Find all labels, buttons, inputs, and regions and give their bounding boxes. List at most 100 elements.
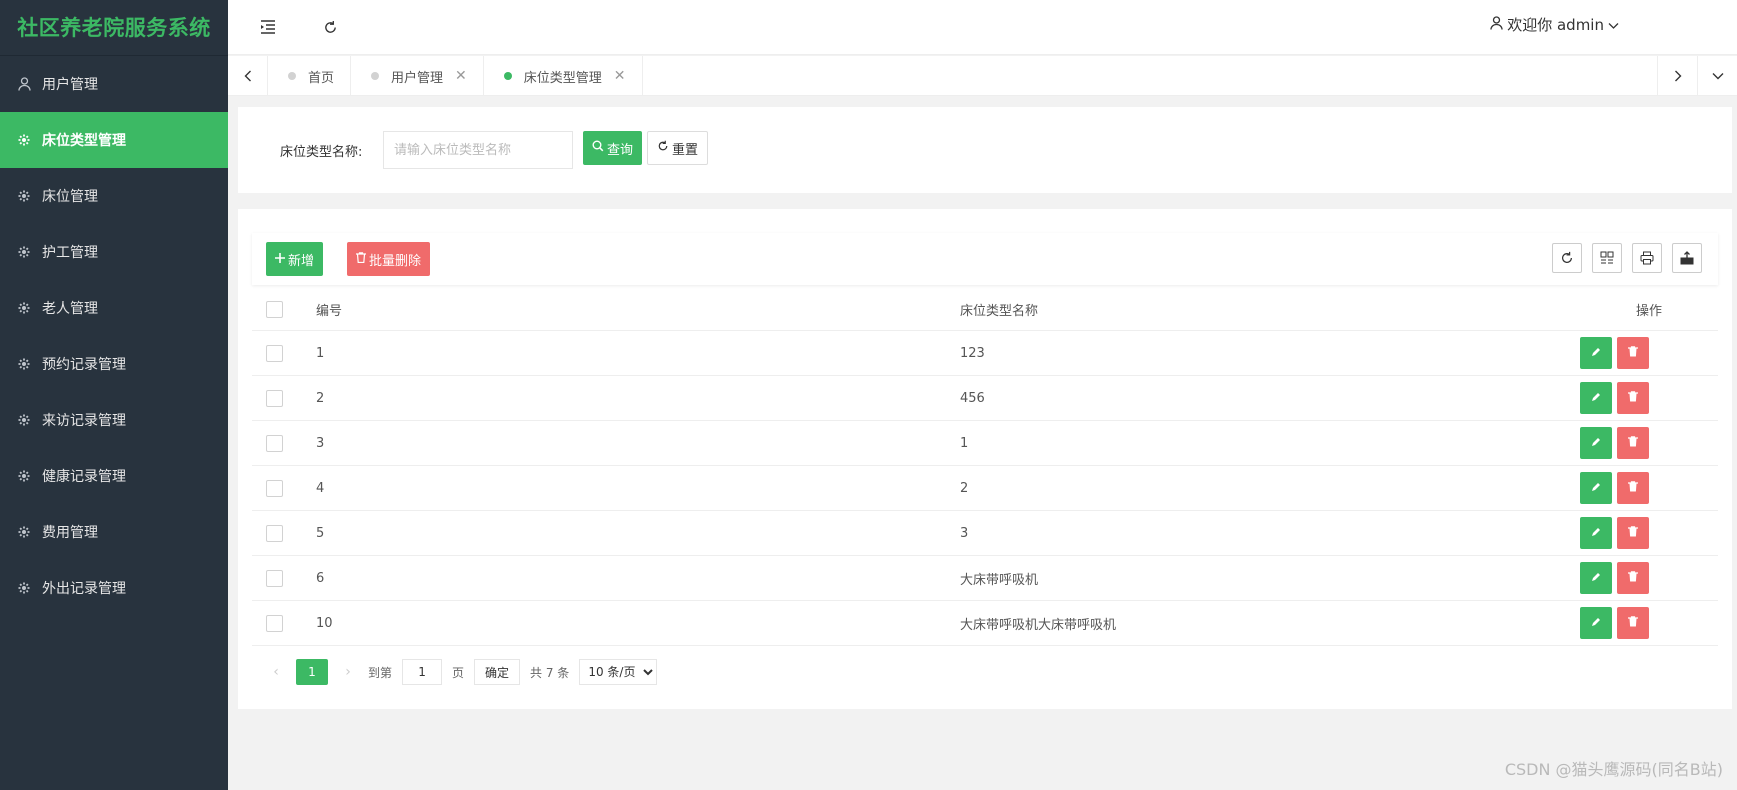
table-header-row: 编号 床位类型名称 操作 xyxy=(252,289,1718,331)
tab-menu-chevron-icon[interactable] xyxy=(1697,56,1737,96)
user-menu[interactable]: 欢迎你 admin xyxy=(1490,14,1619,35)
row-checkbox[interactable] xyxy=(266,614,283,632)
gear-icon xyxy=(18,582,42,594)
column-header-id[interactable]: 编号 xyxy=(316,300,960,319)
bed-type-name-input[interactable] xyxy=(383,131,573,169)
sidebar-item-0[interactable]: 用户管理 xyxy=(0,56,228,112)
select-all-checkbox[interactable] xyxy=(266,301,283,318)
edit-button[interactable] xyxy=(1580,562,1612,594)
batch-delete-button[interactable]: 批量删除 xyxy=(347,242,431,276)
delete-button[interactable] xyxy=(1617,607,1649,639)
refresh-icon[interactable] xyxy=(316,13,344,41)
sidebar-item-6[interactable]: 来访记录管理 xyxy=(0,392,228,448)
page-number-current[interactable]: 1 xyxy=(296,659,328,685)
sidebar-item-label: 床位类型管理 xyxy=(42,133,126,149)
trash-icon xyxy=(1628,481,1638,495)
cell-id: 3 xyxy=(316,435,325,451)
row-checkbox[interactable] xyxy=(266,479,283,497)
sidebar-nav: 用户管理床位类型管理床位管理护工管理老人管理预约记录管理 来访记录管理 健康记录管理… xyxy=(0,56,228,616)
user-icon xyxy=(1490,15,1503,34)
goto-page-input[interactable] xyxy=(402,659,443,685)
delete-button[interactable] xyxy=(1617,382,1649,414)
row-checkbox[interactable] xyxy=(266,524,283,542)
delete-button[interactable] xyxy=(1617,472,1649,504)
close-icon[interactable]: ✕ xyxy=(455,68,467,84)
app-logo-title: 社区养老院服务系统 xyxy=(0,0,228,56)
row-checkbox[interactable] xyxy=(266,344,283,362)
edit-button[interactable] xyxy=(1580,382,1612,414)
cell-name: 大床带呼吸机大床带呼吸机 xyxy=(960,617,1117,633)
columns-filter-icon[interactable] xyxy=(1592,243,1622,273)
reset-button[interactable]: 重置 xyxy=(647,131,709,165)
sidebar-item-5[interactable]: 预约记录管理 xyxy=(0,336,228,392)
cell-id: 4 xyxy=(316,480,325,496)
top-header: 欢迎你 admin xyxy=(228,0,1737,55)
row-checkbox[interactable] xyxy=(266,389,283,407)
sidebar-item-3[interactable]: 护工管理 xyxy=(0,224,228,280)
gear-icon xyxy=(18,190,42,202)
export-icon[interactable] xyxy=(1672,243,1702,273)
row-checkbox[interactable] xyxy=(266,434,283,452)
edit-button[interactable] xyxy=(1580,607,1612,639)
tab-scroll-right-icon[interactable] xyxy=(1657,56,1697,96)
trash-icon xyxy=(1628,571,1638,585)
pencil-icon xyxy=(1591,437,1601,450)
sidebar-item-4[interactable]: 老人管理 xyxy=(0,280,228,336)
sidebar-item-9[interactable]: 外出记录管理 xyxy=(0,560,228,616)
sidebar-item-2[interactable]: 床位管理 xyxy=(0,168,228,224)
sidebar-item-1[interactable]: 床位类型管理 xyxy=(0,112,228,168)
chevron-down-icon xyxy=(1608,16,1619,34)
sidebar-item-label: 护工管理 xyxy=(42,245,98,261)
gear-icon xyxy=(18,134,42,146)
delete-button[interactable] xyxy=(1617,337,1649,369)
pagination: ‹ 1 › 到第 页 确定 共 7 条 10 条/页 xyxy=(266,658,658,686)
goto-confirm-button[interactable]: 确定 xyxy=(474,659,521,685)
pencil-icon xyxy=(1591,572,1601,585)
edit-button[interactable] xyxy=(1580,472,1612,504)
add-button[interactable]: 新增 xyxy=(266,242,324,276)
trash-icon xyxy=(1628,391,1638,405)
cell-name: 2 xyxy=(960,480,969,496)
user-icon xyxy=(18,77,42,91)
tab-label: 首页 xyxy=(308,70,335,86)
column-header-name[interactable]: 床位类型名称 xyxy=(960,300,1580,319)
prev-page-icon[interactable]: ‹ xyxy=(266,664,286,680)
table-row: 2 456 xyxy=(252,376,1718,421)
query-button[interactable]: 查询 xyxy=(583,131,643,165)
tab-2[interactable]: 床位类型管理 ✕ xyxy=(484,56,643,96)
table-row: 31 xyxy=(252,421,1718,466)
pencil-icon xyxy=(1591,482,1601,495)
pencil-icon xyxy=(1591,617,1601,630)
tab-0[interactable]: 首页 xyxy=(268,56,352,96)
close-icon[interactable]: ✕ xyxy=(614,68,626,84)
edit-button[interactable] xyxy=(1580,337,1612,369)
delete-button[interactable] xyxy=(1617,562,1649,594)
page-size-select[interactable]: 10 条/页 xyxy=(579,659,658,685)
tab-status-dot xyxy=(371,72,380,80)
tab-scroll-left-icon[interactable] xyxy=(228,56,268,96)
watermark: CSDN @猫头鹰源码(同名B站) xyxy=(1504,760,1723,779)
edit-button[interactable] xyxy=(1580,517,1612,549)
delete-button[interactable] xyxy=(1617,427,1649,459)
sidebar-item-8[interactable]: 费用管理 xyxy=(0,504,228,560)
delete-button[interactable] xyxy=(1617,517,1649,549)
print-icon[interactable] xyxy=(1632,243,1662,273)
user-greeting: 欢迎你 admin xyxy=(1507,16,1604,34)
cell-id: 2 xyxy=(316,390,325,406)
cell-name: 456 xyxy=(960,390,985,406)
refresh-table-icon[interactable] xyxy=(1552,243,1582,273)
batch-delete-label: 批量删除 xyxy=(369,253,422,269)
trash-icon xyxy=(1628,436,1638,450)
cell-id: 6 xyxy=(316,570,325,586)
menu-toggle-icon[interactable] xyxy=(254,13,282,41)
sidebar-item-7[interactable]: 健康记录管理 xyxy=(0,448,228,504)
tab-1[interactable]: 用户管理 ✕ xyxy=(351,56,484,96)
sidebar-item-label: 费用管理 xyxy=(42,525,98,541)
next-page-icon[interactable]: › xyxy=(338,664,358,680)
sidebar-item-label: 老人管理 xyxy=(42,301,98,317)
table-row: 53 xyxy=(252,511,1718,556)
reset-icon xyxy=(657,140,669,156)
edit-button[interactable] xyxy=(1580,427,1612,459)
row-checkbox[interactable] xyxy=(266,569,283,587)
cell-id: 10 xyxy=(316,615,333,631)
